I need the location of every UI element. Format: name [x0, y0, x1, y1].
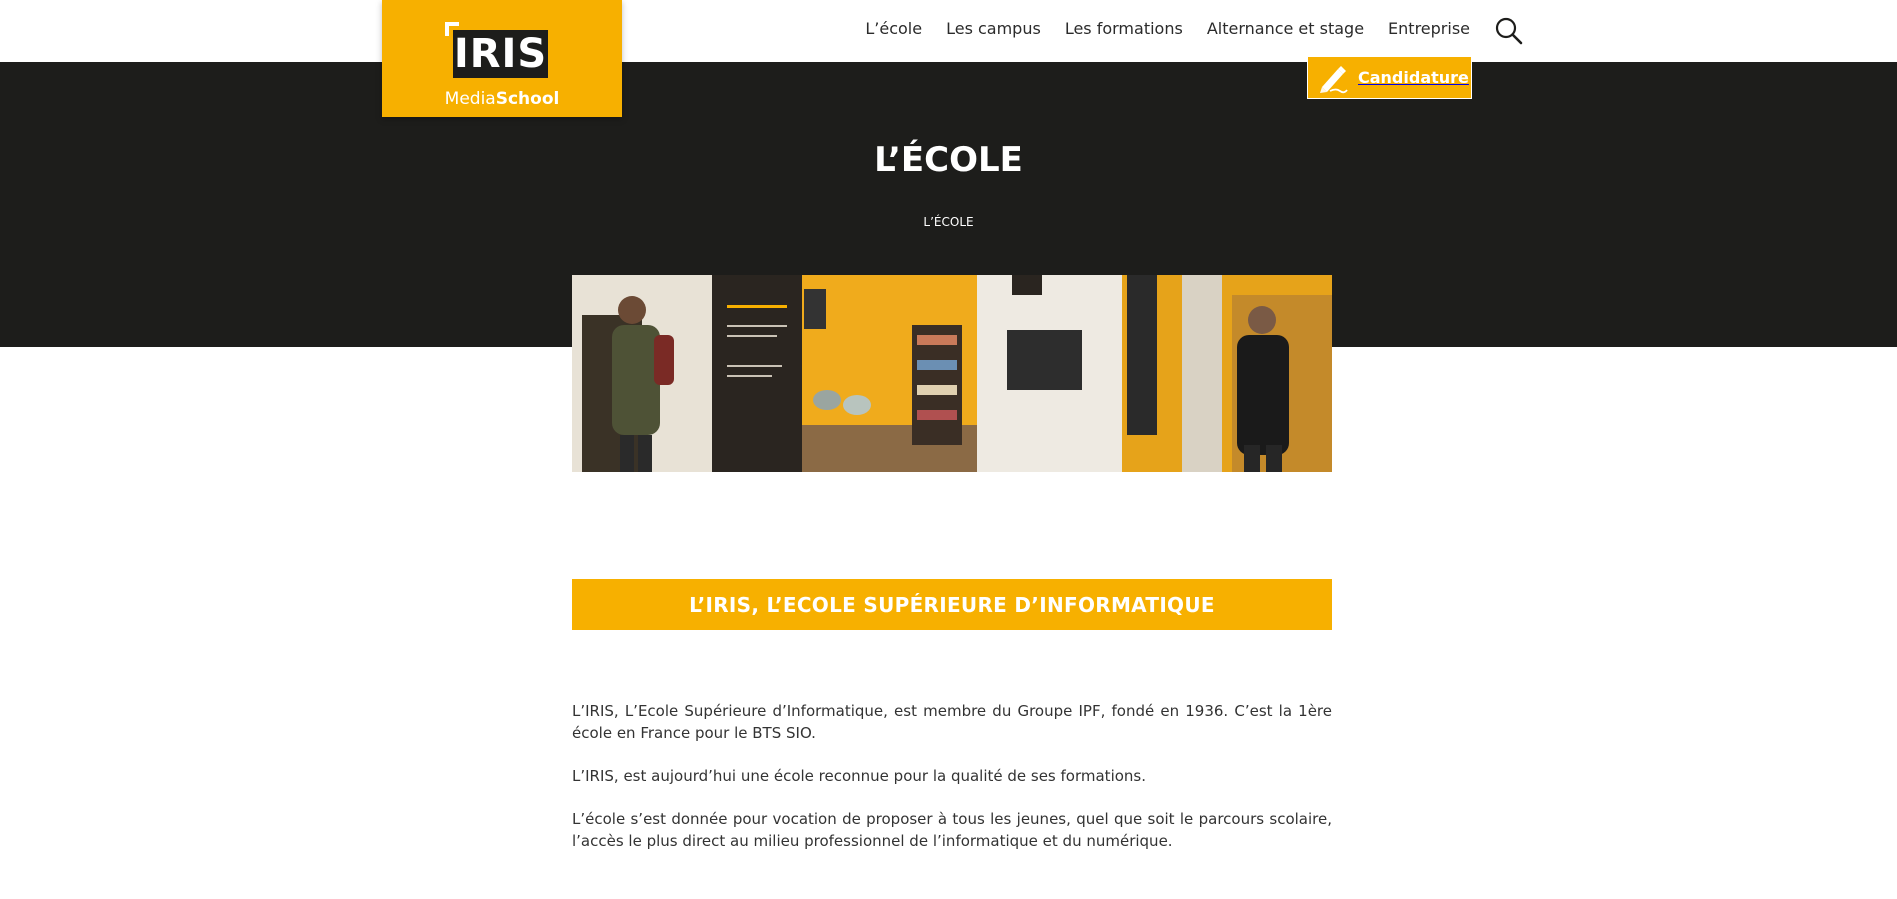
logo-subtitle: MediaSchool: [382, 89, 622, 109]
logo-subtitle-bold: School: [495, 89, 560, 109]
breadcrumb: L’ÉCOLE: [923, 215, 974, 229]
nav-item-campus[interactable]: Les campus: [946, 19, 1041, 38]
search-icon[interactable]: [1494, 16, 1524, 46]
school-lobby-photo: [572, 275, 1332, 472]
section-heading: L’IRIS, L’ECOLE SUPÉRIEURE D’INFORMATIQU…: [572, 579, 1332, 630]
nav-item-formations[interactable]: Les formations: [1065, 19, 1183, 38]
intro-paragraph-1: L’IRIS, L’Ecole Supérieure d’Informatiqu…: [572, 702, 1332, 742]
top-navigation-bar: L’école Les campus Les formations Altern…: [0, 0, 1897, 62]
main-nav: L’école Les campus Les formations Altern…: [841, 19, 1470, 38]
intro-content: L’IRIS, L’Ecole Supérieure d’Informatiqu…: [572, 700, 1332, 873]
logo-text: IRIS: [453, 31, 548, 77]
pen-icon: [1316, 61, 1350, 95]
nav-item-ecole[interactable]: L’école: [865, 19, 922, 38]
intro-paragraph-3: L’école s’est donnée pour vocation de pr…: [572, 810, 1332, 850]
nav-item-alternance[interactable]: Alternance et stage: [1207, 19, 1364, 38]
candidature-button[interactable]: Candidature: [1307, 56, 1472, 99]
intro-paragraph-2: L’IRIS, est aujourd’hui une école reconn…: [572, 767, 1146, 785]
nav-item-entreprise[interactable]: Entreprise: [1388, 19, 1470, 38]
candidature-label: Candidature: [1358, 68, 1469, 87]
iris-mediaschool-logo[interactable]: IRIS MediaSchool: [382, 0, 622, 117]
iris-logo-mark: IRIS: [445, 22, 548, 78]
logo-subtitle-regular: Media: [444, 89, 496, 109]
page-title: L’ÉCOLE: [874, 140, 1023, 180]
